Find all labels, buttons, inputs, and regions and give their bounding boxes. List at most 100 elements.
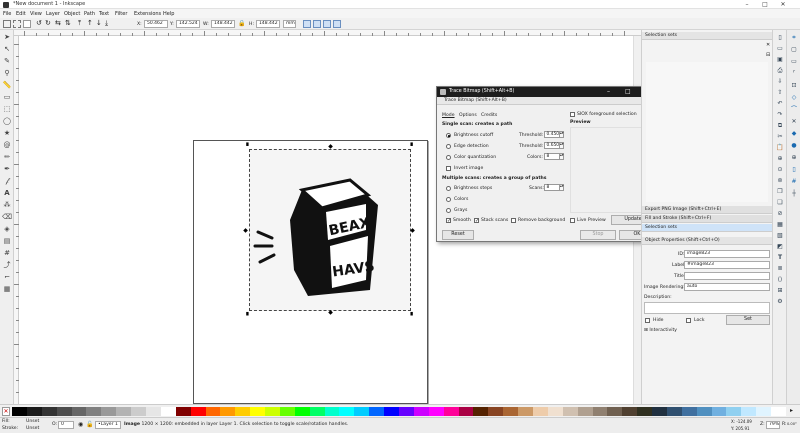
unit-select[interactable]: mm bbox=[283, 20, 296, 28]
color-swatch[interactable] bbox=[26, 407, 43, 416]
zoom-selection-icon[interactable]: ⊕ bbox=[775, 155, 785, 163]
color-swatch[interactable] bbox=[726, 407, 742, 416]
menu-text[interactable]: Text bbox=[99, 11, 109, 17]
scale-handle-n[interactable]: ◆ bbox=[328, 144, 333, 150]
color-swatch[interactable] bbox=[101, 407, 117, 416]
gradient-tool-icon[interactable]: ▤ bbox=[2, 236, 12, 246]
remove-background-checkbox[interactable] bbox=[511, 218, 516, 223]
color-swatch[interactable] bbox=[413, 407, 430, 416]
copy-icon[interactable]: ⧉ bbox=[775, 122, 785, 130]
spiral-tool-icon[interactable]: @ bbox=[2, 140, 12, 150]
color-swatch[interactable] bbox=[562, 407, 578, 416]
flip-v-icon[interactable]: ⇅ bbox=[65, 19, 71, 27]
colors-stepper[interactable]: ▴▾ bbox=[559, 153, 564, 160]
color-swatch[interactable] bbox=[86, 407, 102, 416]
snap-bbox-icon[interactable]: ▢ bbox=[789, 46, 799, 54]
scale-handle-w[interactable]: ◆ bbox=[243, 228, 248, 234]
dialog-minimize-button[interactable]: – bbox=[607, 88, 610, 95]
snap-bbox-edge-icon[interactable]: ▭ bbox=[789, 58, 799, 66]
select-all-icon[interactable] bbox=[3, 20, 11, 28]
color-swatch[interactable] bbox=[116, 407, 132, 416]
color-quantization-radio[interactable] bbox=[446, 155, 451, 160]
maximize-button[interactable]: □ bbox=[757, 0, 773, 9]
colors-input[interactable]: 8 bbox=[544, 153, 560, 160]
minimize-button[interactable]: – bbox=[739, 0, 755, 9]
spray-tool-icon[interactable]: ⁂ bbox=[2, 200, 12, 210]
brightness-cutoff-radio[interactable] bbox=[446, 133, 451, 138]
raise-top-icon[interactable]: ⤒ bbox=[78, 19, 81, 28]
snap-intersection-icon[interactable]: ✕ bbox=[789, 118, 799, 126]
color-swatch[interactable] bbox=[56, 407, 72, 416]
interactivity-expander[interactable]: ⊞ Interactivity bbox=[644, 328, 677, 333]
y-input[interactable]: 142.524 bbox=[176, 20, 200, 28]
lower-icon[interactable]: ↓ bbox=[96, 19, 102, 27]
color-swatch[interactable] bbox=[771, 407, 787, 416]
dock-close-icon[interactable]: ✕ bbox=[766, 42, 770, 48]
layer-select[interactable]: •Layer 1 bbox=[95, 421, 121, 429]
measure-tool-icon[interactable]: 📏 bbox=[2, 80, 12, 90]
snap-smooth-icon[interactable]: ● bbox=[789, 142, 799, 150]
pen-tool-icon[interactable]: ✒ bbox=[2, 164, 12, 174]
colors-radio[interactable] bbox=[446, 197, 451, 202]
zoom-input[interactable]: 79% bbox=[766, 421, 780, 429]
menu-path[interactable]: Path bbox=[84, 11, 95, 17]
color-swatch[interactable] bbox=[384, 407, 400, 416]
color-swatch[interactable] bbox=[518, 407, 534, 416]
xml-editor-icon[interactable]: ⟨⟩ bbox=[775, 276, 785, 284]
menu-layer[interactable]: Layer bbox=[46, 11, 60, 17]
rotate-cw-icon[interactable]: ↻ bbox=[45, 19, 51, 27]
tweak-tool-icon[interactable]: ✎ bbox=[2, 56, 12, 66]
ungroup-icon[interactable]: ▧ bbox=[775, 232, 785, 240]
layer-lock-icon[interactable]: 🔓 bbox=[86, 421, 93, 428]
unlink-clone-icon[interactable]: ⊘ bbox=[775, 210, 785, 218]
color-swatch[interactable] bbox=[607, 407, 623, 416]
color-swatch[interactable] bbox=[354, 407, 370, 416]
edge-detection-radio[interactable] bbox=[446, 144, 451, 149]
scale-radii-icon[interactable] bbox=[313, 20, 321, 28]
cut-icon[interactable]: ✂ bbox=[775, 133, 785, 141]
menu-filter[interactable]: Filter bbox=[115, 11, 127, 17]
color-swatch[interactable] bbox=[220, 407, 236, 416]
smooth-checkbox[interactable]: ✓ bbox=[446, 218, 451, 224]
color-swatch[interactable] bbox=[399, 407, 415, 416]
snap-guide-icon[interactable]: ┼ bbox=[789, 190, 799, 198]
connector-tool-icon[interactable]: ⌐ bbox=[2, 272, 12, 282]
h-input[interactable]: 148.442 bbox=[256, 20, 280, 28]
object-properties-header[interactable]: Object Properties (Shift+Ctrl+O) bbox=[642, 237, 773, 245]
dialog-maximize-button[interactable]: □ bbox=[625, 88, 631, 95]
color-swatch[interactable] bbox=[637, 407, 653, 416]
print-icon[interactable]: ⎙ bbox=[775, 67, 785, 75]
color-swatch[interactable] bbox=[145, 407, 162, 416]
w-input[interactable]: 148.442 bbox=[211, 20, 235, 28]
text-font-icon[interactable]: T bbox=[775, 254, 785, 262]
align-icon[interactable]: ⊞ bbox=[775, 287, 785, 295]
color-swatch[interactable] bbox=[666, 407, 683, 416]
deselect-icon[interactable] bbox=[23, 20, 31, 28]
paste-icon[interactable]: 📋 bbox=[775, 144, 785, 152]
mesh-tool-icon[interactable]: # bbox=[2, 248, 12, 258]
color-swatch[interactable] bbox=[205, 407, 221, 416]
scans-stepper[interactable]: ▴▾ bbox=[559, 184, 564, 191]
flip-h-icon[interactable]: ⇆ bbox=[55, 19, 61, 27]
selection-sets-list[interactable] bbox=[646, 62, 768, 202]
title-field[interactable] bbox=[684, 272, 770, 280]
lock-checkbox[interactable] bbox=[686, 318, 691, 323]
snap-cusp-icon[interactable]: ◆ bbox=[789, 130, 799, 138]
no-paint-swatch[interactable]: ✕ bbox=[2, 407, 10, 416]
tab-credits[interactable]: Credits bbox=[481, 113, 497, 118]
preferences-icon[interactable]: ⚙ bbox=[775, 298, 785, 306]
menu-object[interactable]: Object bbox=[64, 11, 80, 17]
node-tool-icon[interactable]: ↖ bbox=[2, 44, 12, 54]
color-swatch[interactable] bbox=[175, 407, 191, 416]
color-swatch[interactable] bbox=[265, 407, 281, 416]
color-swatch[interactable] bbox=[309, 407, 325, 416]
set-button[interactable]: Set bbox=[726, 315, 770, 325]
color-swatch[interactable] bbox=[681, 407, 697, 416]
scale-handle-nw[interactable]: ▘ bbox=[246, 144, 251, 150]
color-swatch[interactable] bbox=[488, 407, 504, 416]
eraser-tool-icon[interactable]: ⌫ bbox=[2, 212, 12, 222]
zoom-tool-icon[interactable]: ⚲ bbox=[2, 68, 12, 78]
color-swatch[interactable] bbox=[369, 407, 385, 416]
menu-extensions[interactable]: Extensions bbox=[134, 11, 161, 17]
color-swatch[interactable] bbox=[190, 407, 206, 416]
